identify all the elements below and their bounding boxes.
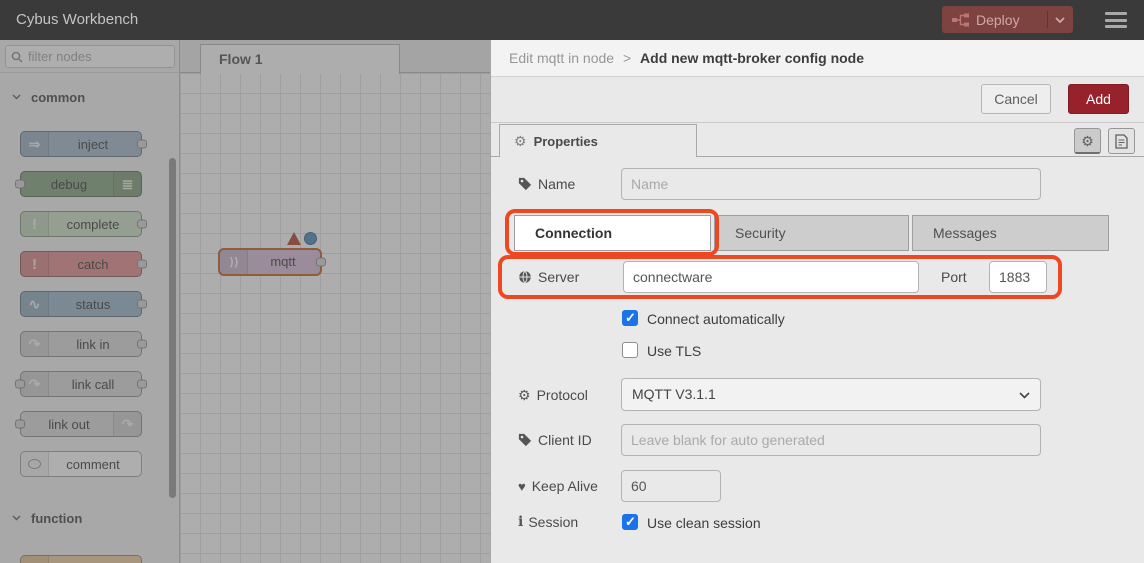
node-settings-button[interactable]: ⚙ [1074,128,1101,154]
tray-tab-bar: ⚙ Properties ⚙ [491,123,1144,157]
use-clean-session-label: Use clean session [647,515,761,531]
config-form: Name Connection Security Messages Server… [491,157,1144,563]
tab-messages[interactable]: Messages [912,215,1109,251]
tray-toolbar: Cancel Add [491,77,1144,123]
server-input[interactable] [623,261,919,293]
use-tls-label: Use TLS [647,343,701,359]
session-field-label: i Session [518,512,578,532]
protocol-field-label: ⚙ Protocol [518,378,588,411]
name-field-label: Name [518,168,575,200]
gear-icon: ⚙ [1081,134,1094,148]
breadcrumb-current: Add new mqtt-broker config node [640,50,864,66]
breadcrumb: Edit mqtt in node > Add new mqtt-broker … [491,40,1144,77]
keep-alive-field-label: ♥ Keep Alive [518,470,598,502]
gear-icon: ⚙ [514,134,527,148]
port-input[interactable] [989,261,1047,293]
description-button[interactable] [1108,128,1135,154]
port-field-label: Port [941,261,967,293]
chevron-down-icon [1055,17,1065,23]
breadcrumb-parent-link[interactable]: Edit mqtt in node [509,50,614,66]
breadcrumb-separator: > [623,50,631,66]
deploy-icon [952,13,969,27]
add-button[interactable]: Add [1068,84,1129,114]
document-icon [1115,134,1128,149]
tab-connection[interactable]: Connection [514,215,711,251]
info-icon: i [518,514,523,530]
app-title: Cybus Workbench [16,0,138,40]
tab-properties[interactable]: ⚙ Properties [499,124,697,157]
chevron-down-icon [1019,392,1030,399]
tab-security[interactable]: Security [714,215,909,251]
connect-automatically-label: Connect automatically [647,311,785,327]
tab-properties-label: Properties [534,134,598,149]
deploy-button[interactable]: Deploy [942,6,1073,33]
protocol-select-value: MQTT V3.1.1 [632,386,716,402]
tag-icon [518,177,532,191]
server-field-label: Server [518,261,579,293]
tag-icon [518,433,532,447]
protocol-select[interactable]: MQTT V3.1.1 [621,378,1041,411]
app-window: Cybus Workbench Deploy [0,0,1144,563]
deploy-label: Deploy [976,12,1020,28]
use-tls-checkbox[interactable] [622,342,638,358]
main-menu-button[interactable] [1103,9,1129,31]
deploy-dropdown-caret[interactable] [1047,11,1073,28]
client-id-input[interactable] [621,424,1041,456]
hamburger-icon [1105,12,1127,15]
cancel-button[interactable]: Cancel [981,84,1051,114]
app-header: Cybus Workbench Deploy [0,0,1144,40]
heartbeat-icon: ♥ [518,479,526,494]
gear-icon: ⚙ [518,388,531,402]
keep-alive-input[interactable] [621,470,721,502]
modal-shade [0,40,490,563]
connect-automatically-checkbox[interactable] [622,310,638,326]
use-clean-session-checkbox[interactable] [622,514,638,530]
name-input[interactable] [621,168,1041,200]
globe-icon [518,270,532,284]
edit-tray: Edit mqtt in node > Add new mqtt-broker … [490,40,1144,563]
client-id-field-label: Client ID [518,424,592,456]
